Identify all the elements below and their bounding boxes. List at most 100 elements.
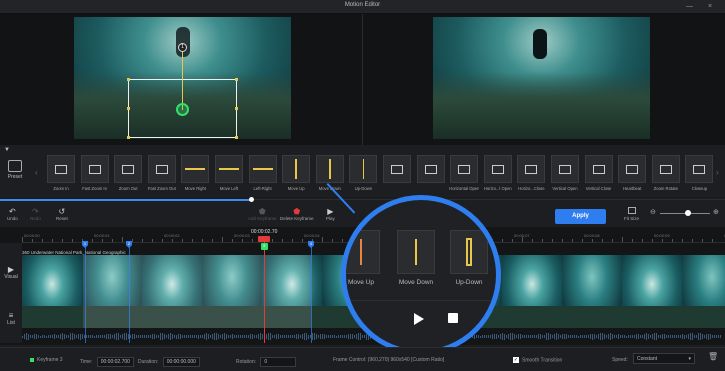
- trash-icon[interactable]: 🗑: [708, 352, 718, 361]
- effects-prev-arrow[interactable]: ‹: [35, 168, 38, 177]
- waveform-bar: [348, 334, 349, 339]
- minimize-button[interactable]: —: [686, 2, 693, 11]
- waveform-bar: [690, 333, 691, 340]
- zoom-slider-knob[interactable]: [685, 210, 691, 216]
- effect-item[interactable]: Up-Down: [348, 155, 378, 191]
- waveform-bar: [282, 335, 283, 338]
- effect-item[interactable]: Fast Zoom Out: [147, 155, 177, 191]
- waveform-bar: [560, 335, 561, 338]
- effect-glyph: [185, 168, 206, 170]
- waveform-bar: [572, 334, 573, 339]
- waveform-bar: [350, 333, 351, 340]
- waveform-bar: [550, 334, 551, 339]
- waveform-bar: [64, 333, 65, 340]
- waveform-bar: [714, 335, 715, 338]
- waveform-bar: [622, 335, 623, 338]
- reset-button[interactable]: ↺ Reset: [56, 207, 68, 221]
- waveform-bar: [538, 334, 539, 339]
- ruler-tick: [662, 239, 663, 242]
- frame-ratio[interactable]: [Custom Ratio]: [411, 357, 444, 363]
- waveform-bar: [642, 335, 643, 338]
- effect-label: Horizontal Open: [449, 186, 480, 191]
- waveform-bar: [528, 335, 529, 338]
- checkbox-checked-icon: ✓: [513, 357, 519, 363]
- play-icon: ▶: [327, 207, 334, 216]
- waveform-bar: [604, 334, 605, 339]
- zoom-in-icon[interactable]: ⊕: [713, 208, 719, 216]
- add-keyframe-button[interactable]: ⬟ Add Keyframe: [248, 207, 277, 221]
- delete-keyframe-button[interactable]: ⬟ Delete Keyframe: [280, 207, 314, 221]
- undo-label: Undo: [7, 216, 18, 221]
- motion-center-handle[interactable]: [176, 103, 189, 116]
- duration-field[interactable]: 00:00:00.000: [162, 357, 200, 367]
- ruler-tick: [292, 239, 293, 242]
- effect-item[interactable]: Horizontal Open: [449, 155, 479, 191]
- effect-item[interactable]: Vertical Close: [584, 155, 614, 191]
- apply-button[interactable]: Apply: [555, 209, 606, 224]
- frame-position[interactable]: (960,270): [368, 357, 389, 363]
- waveform-bar: [272, 334, 273, 339]
- frame-size[interactable]: 960x540: [391, 357, 410, 363]
- effect-item[interactable]: Horizo...Close: [516, 155, 546, 191]
- play-button[interactable]: ▶ Play: [326, 207, 335, 221]
- waveform-bar: [610, 333, 611, 340]
- collapse-arrow-icon[interactable]: ▼: [4, 147, 10, 153]
- zoom-out-icon[interactable]: ⊖: [650, 208, 656, 216]
- undo-button[interactable]: ↶ Undo: [7, 207, 18, 221]
- waveform-bar: [656, 333, 657, 340]
- time-field[interactable]: 00:00:02.700: [96, 357, 134, 367]
- waveform-bar: [512, 333, 513, 340]
- redo-button[interactable]: ↷ Redo: [30, 207, 41, 221]
- waveform-bar: [496, 334, 497, 339]
- fit-size-button[interactable]: Fit Size: [624, 207, 639, 221]
- preview-divider: [362, 14, 363, 145]
- effect-item[interactable]: Zoom Rotate: [651, 155, 681, 191]
- effect-thumbnail: [315, 155, 344, 183]
- effect-item[interactable]: Heartbeat: [617, 155, 647, 191]
- preview-progress[interactable]: [0, 199, 252, 201]
- ruler-tick: [162, 239, 163, 242]
- effect-thumbnail: [349, 155, 378, 183]
- effect-item[interactable]: Vertical Open: [550, 155, 580, 191]
- waveform-bar: [630, 335, 631, 338]
- effect-item[interactable]: [416, 155, 446, 186]
- waveform-bar: [636, 334, 637, 339]
- waveform-bar: [506, 334, 507, 339]
- waveform-bar: [130, 335, 131, 338]
- effect-item[interactable]: [382, 155, 412, 186]
- waveform-bar: [484, 335, 485, 338]
- preset-label: Preset: [7, 174, 23, 180]
- waveform-bar: [98, 334, 99, 339]
- waveform-bar: [702, 333, 703, 340]
- visual-view-tab[interactable]: ▶ Visual: [2, 265, 20, 280]
- motion-start-point[interactable]: 1: [178, 43, 187, 52]
- speed-select[interactable]: Constant ▾: [633, 353, 695, 364]
- waveform-bar: [540, 334, 541, 339]
- effect-item[interactable]: Zoom Out: [113, 155, 143, 191]
- keyframe-indicator: Keyframe 3: [30, 357, 63, 363]
- effect-item[interactable]: Horizo...l Open: [483, 155, 513, 191]
- list-view-tab[interactable]: ≡ List: [2, 311, 20, 326]
- waveform-bar: [250, 334, 251, 340]
- close-button[interactable]: ×: [708, 2, 712, 11]
- smooth-transition-checkbox[interactable]: ✓ Smooth Transition: [513, 357, 562, 363]
- preset-button[interactable]: Preset: [4, 160, 26, 180]
- effect-item[interactable]: Zoom In: [46, 155, 76, 191]
- waveform-bar: [316, 333, 317, 340]
- waveform-bar: [284, 335, 285, 338]
- effects-next-arrow[interactable]: ›: [716, 168, 719, 177]
- waveform-bar: [42, 335, 43, 338]
- rotation-field[interactable]: 0: [260, 357, 297, 367]
- effect-label: Horizo...Close: [518, 186, 545, 191]
- waveform-bar: [526, 335, 527, 338]
- effect-item[interactable]: Move Right: [180, 155, 210, 191]
- ruler-tick: [192, 239, 193, 242]
- progress-knob[interactable]: [249, 197, 254, 202]
- waveform-bar: [588, 335, 589, 338]
- effect-item[interactable]: Move Up: [281, 155, 311, 191]
- effect-item[interactable]: Move Left: [214, 155, 244, 191]
- effect-item[interactable]: Left-Right: [248, 155, 278, 191]
- effect-item[interactable]: Closeup: [684, 155, 714, 191]
- effect-item[interactable]: Fast Zoom In: [80, 155, 110, 191]
- waveform-bar: [192, 335, 193, 338]
